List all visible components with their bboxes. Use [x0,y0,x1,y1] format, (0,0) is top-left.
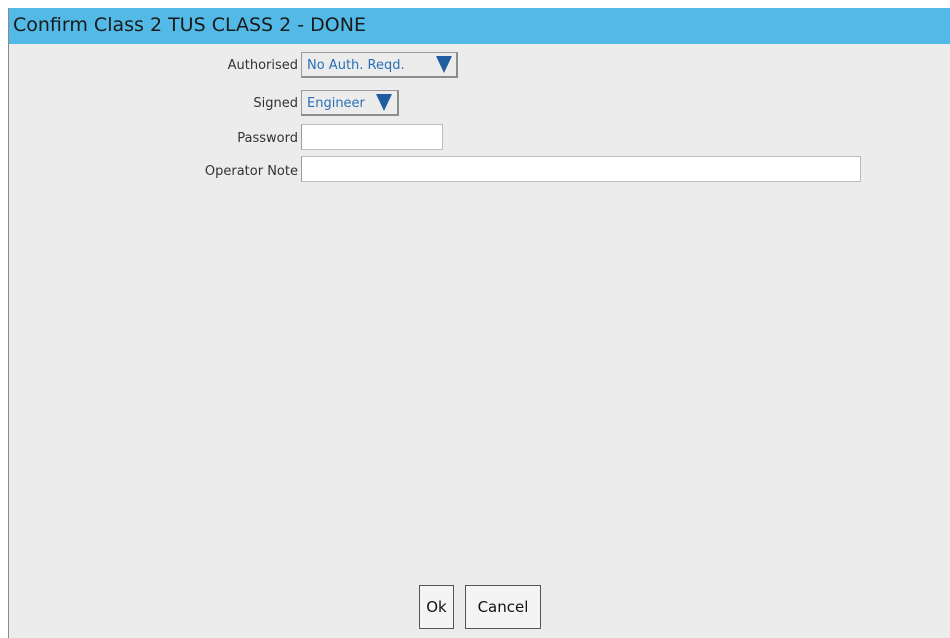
authorised-dropdown[interactable]: No Auth. Reqd. [301,52,458,78]
signed-dropdown[interactable]: Engineer [301,90,399,116]
triangle-down-icon[interactable] [376,94,392,111]
triangle-down-icon[interactable] [436,56,452,73]
authorised-label: Authorised [227,58,298,73]
cancel-button[interactable]: Cancel [465,585,541,629]
title-bar: Confirm Class 2 TUS CLASS 2 - DONE [9,8,950,44]
password-field[interactable] [301,124,443,150]
ok-button[interactable]: Ok [419,585,454,629]
dialog-window: Confirm Class 2 TUS CLASS 2 - DONE Autho… [8,8,950,638]
signed-value: Engineer [307,96,365,111]
password-label: Password [237,131,298,146]
authorised-value: No Auth. Reqd. [307,58,405,73]
operator-note-field[interactable] [301,156,861,182]
operator-note-label: Operator Note [204,164,298,179]
dialog-title: Confirm Class 2 TUS CLASS 2 - DONE [13,14,366,36]
signed-label: Signed [253,96,298,111]
